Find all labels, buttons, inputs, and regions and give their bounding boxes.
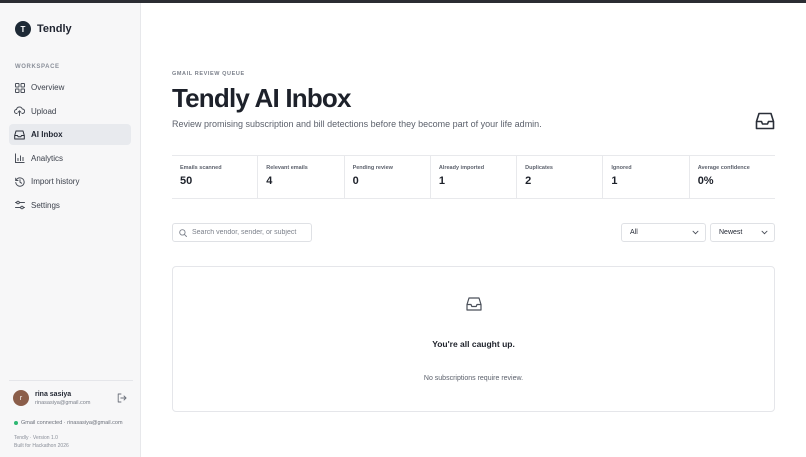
logo-letter: T [21,25,26,34]
main-content: GMAIL REVIEW QUEUE Tendly AI Inbox Revie… [141,3,806,457]
gmail-status-text: Gmail connected · rinasasiya@gmail.com [21,420,123,426]
stats-row: Emails scanned 50 Relevant emails 4 Pend… [172,155,775,199]
sidebar-item-ai-inbox[interactable]: AI Inbox [9,124,131,145]
logout-icon [117,393,127,403]
workspace-label: WORKSPACE [15,64,60,70]
empty-state-title: You're all caught up. [432,339,515,349]
sidebar-item-label: Import history [31,177,80,186]
brand[interactable]: T Tendly [15,21,72,37]
tendly-logo: T [15,21,31,37]
chevron-down-icon [761,230,768,235]
stat-label: Emails scanned [180,165,222,171]
user-email: rinasasiya@gmail.com [35,399,91,406]
stat-ignored: Ignored 1 [603,156,690,198]
empty-state-subtitle: No subscriptions require review. [423,375,524,382]
stat-label: Ignored [611,165,632,171]
bar-chart-icon [14,153,25,164]
stat-value: 0% [697,175,714,187]
stat-value: 2 [525,175,532,187]
stat-value: 0 [352,175,359,187]
sidebar-item-analytics[interactable]: Analytics [9,148,131,169]
version-info: Tendly · Version 1.0 Built for Hackathon… [14,435,69,450]
sidebar-item-label: Analytics [31,153,64,163]
logout-button[interactable] [116,392,128,404]
page-title: Tendly AI Inbox [172,83,351,113]
built-for-text: Built for Hackathon 2026 [14,442,69,449]
stat-label: Pending review [352,165,393,171]
stat-label: Duplicates [525,165,553,171]
sidebar-item-label: Overview [31,83,65,92]
filter-select[interactable]: All [621,223,706,242]
search-box[interactable] [172,223,312,242]
version-text: Tendly · Version 1.0 [14,435,58,441]
inbox-icon [14,129,25,140]
user-card: r rina sasiya rinasasiya@gmail.com [9,380,133,415]
user-name: rina sasiya [35,390,72,398]
avatar[interactable]: r [13,390,29,406]
history-icon [14,176,25,187]
sort-select[interactable]: Newest [710,223,775,242]
sliders-icon [14,200,25,211]
cloud-upload-icon [14,106,25,117]
sidebar-item-label: Settings [31,200,60,210]
sidebar-item-settings[interactable]: Settings [9,195,131,216]
chevron-down-icon [692,230,699,235]
stat-label: Relevant emails [266,165,308,171]
gmail-status: Gmail connected · rinasasiya@gmail.com [14,420,138,426]
sidebar-nav: Overview Upload AI Inbox Analytics Impor… [9,77,131,218]
inbox-icon [466,297,482,313]
stat-already-imported: Already imported 1 [431,156,518,198]
status-dot [14,421,18,425]
stat-value: 1 [438,175,445,187]
brand-name: Tendly [37,23,72,35]
stat-average-confidence: Average confidence 0% [690,156,775,198]
sidebar-item-import-history[interactable]: Import history [9,171,131,192]
page-subtitle: Review promising subscription and bill d… [172,119,542,129]
grid-icon [14,82,25,93]
search-icon [179,228,187,237]
stat-label: Average confidence [697,165,750,171]
search-input[interactable] [192,229,307,236]
inbox-icon [755,112,775,132]
filter-selected: All [630,229,638,236]
sidebar-item-label: Upload [31,106,57,116]
stat-emails-scanned: Emails scanned 50 [172,156,259,198]
stat-value: 4 [266,175,273,187]
empty-state: You're all caught up. No subscriptions r… [172,266,775,412]
sidebar-item-label: AI Inbox [31,130,63,139]
stat-pending-review: Pending review 0 [345,156,431,198]
sort-selected: Newest [719,229,743,236]
sidebar-item-overview[interactable]: Overview [9,77,131,98]
stat-value: 50 [180,175,193,187]
page-eyebrow: GMAIL REVIEW QUEUE [172,71,245,77]
stat-label: Already imported [438,165,485,171]
sidebar-item-upload[interactable]: Upload [9,101,131,122]
stat-duplicates: Duplicates 2 [517,156,604,198]
sidebar: T Tendly WORKSPACE Overview Upload AI In… [0,3,141,457]
stat-relevant-emails: Relevant emails 4 [258,156,345,198]
stat-value: 1 [611,175,618,187]
